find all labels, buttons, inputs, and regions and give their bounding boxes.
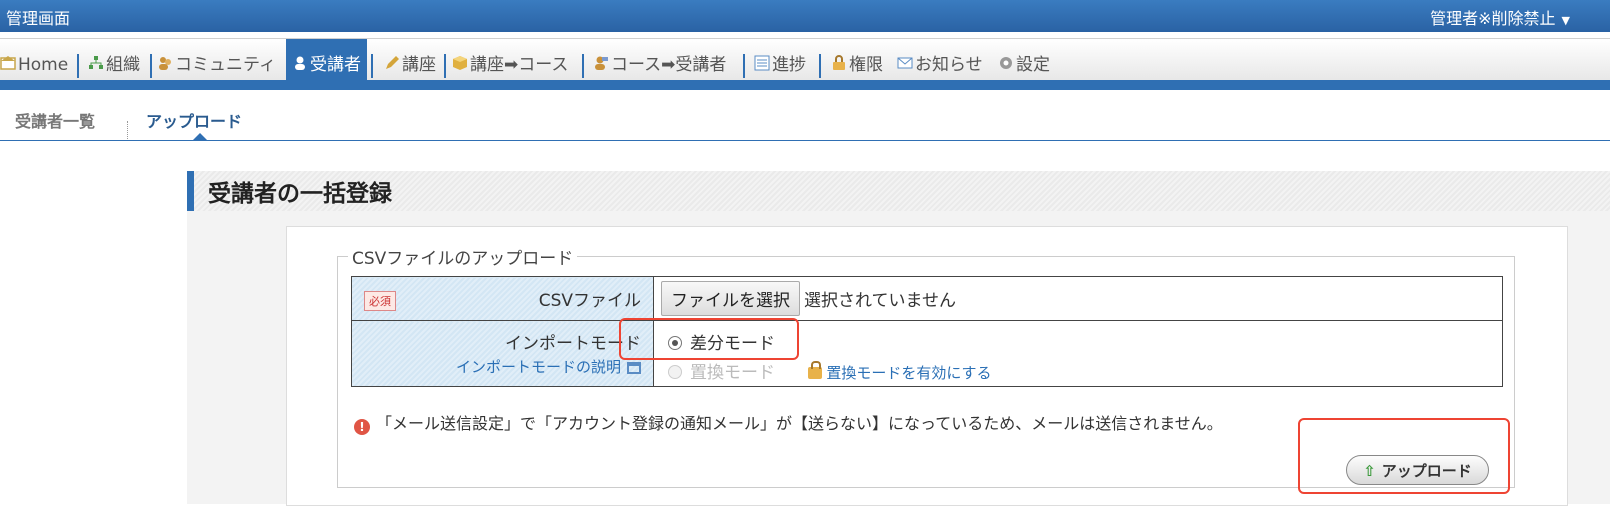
section-header: 受講者の一括登録 <box>187 171 1610 211</box>
community-icon <box>157 40 173 70</box>
nav-item-notices[interactable]: お知らせ <box>897 39 983 81</box>
top-bar: 管理画面 管理者※削除禁止 ▼ <box>0 0 1610 32</box>
app-title: 管理画面 <box>6 9 71 28</box>
pencil-icon <box>384 40 400 69</box>
active-tab-pointer <box>193 133 207 140</box>
nav-item-lecture-course[interactable]: 講座➡コース <box>452 39 568 81</box>
nav-separator <box>150 54 152 78</box>
required-badge: 必須 <box>364 291 396 311</box>
popup-window-icon <box>627 362 641 374</box>
nav-item-permissions[interactable]: 権限 <box>831 39 883 81</box>
tab-upload[interactable]: アップロード <box>146 108 242 132</box>
nav-item-home[interactable]: Home <box>0 39 68 81</box>
nav-separator <box>743 54 745 78</box>
fieldset-legend: CSVファイルのアップロード <box>352 249 574 269</box>
progress-icon <box>754 40 770 71</box>
nav-separator <box>371 54 373 78</box>
import-mode-label-cell: インポートモード インポートモードの説明 <box>351 320 654 387</box>
student-icon <box>292 40 308 70</box>
tab-separator <box>127 121 129 139</box>
nav-item-settings[interactable]: 設定 <box>998 39 1050 81</box>
radio-disabled-icon <box>668 365 682 379</box>
warning-icon: ! <box>354 419 370 435</box>
lock-icon <box>831 40 847 70</box>
csv-file-label-cell: 必須 CSVファイル <box>351 276 654 321</box>
arrow-right-icon: ➡ <box>661 55 676 75</box>
nav-item-organization[interactable]: 組織 <box>88 39 140 81</box>
main-nav: Home 組織 コミュニティ 受講者 講座 講座➡コース コース➡受講者 進捗 … <box>0 38 1610 81</box>
nav-item-course-students[interactable]: コース➡受講者 <box>593 39 726 81</box>
organization-icon <box>88 40 104 69</box>
nav-item-community[interactable]: コミュニティ <box>157 39 276 81</box>
choose-file-button[interactable]: ファイルを選択 <box>661 281 800 316</box>
mail-notice: ! 「メール送信設定」で「アカウント登録の通知メール」が【送らない】になっているた… <box>354 410 1223 435</box>
tab-student-list[interactable]: 受講者一覧 <box>15 108 95 132</box>
file-status: 選択されていません <box>804 291 956 311</box>
sub-tabs: 受講者一覧 アップロード <box>0 100 1610 141</box>
page-title: 受講者の一括登録 <box>208 181 392 207</box>
upload-form-table: 必須 CSVファイル ファイルを選択 選択されていません インポートモード インポ… <box>351 276 1503 387</box>
nav-separator <box>819 54 821 78</box>
nav-item-lectures[interactable]: 講座 <box>384 39 436 81</box>
import-mode-label: インポートモード <box>505 334 641 354</box>
upload-button[interactable]: ⇧ アップロード <box>1346 455 1489 485</box>
csv-file-label: CSVファイル <box>538 291 641 311</box>
nav-item-students[interactable]: 受講者 <box>286 39 367 81</box>
user-name: 管理者※削除禁止 <box>1430 9 1556 28</box>
import-mode-help-link[interactable]: インポートモードの説明 <box>456 358 621 376</box>
nav-strip <box>0 80 1610 90</box>
course-student-icon <box>593 40 609 70</box>
nav-item-progress[interactable]: 進捗 <box>754 39 806 81</box>
csv-file-value-cell: ファイルを選択 選択されていません <box>653 276 1503 321</box>
arrow-right-icon: ➡ <box>504 55 519 75</box>
highlight-diff-mode <box>619 318 799 360</box>
nav-separator <box>444 54 446 78</box>
radio-replace-mode[interactable]: 置換モード <box>668 363 775 383</box>
box-icon <box>452 40 468 70</box>
home-icon <box>0 40 16 70</box>
chevron-down-icon: ▼ <box>1561 14 1570 27</box>
user-menu[interactable]: 管理者※削除禁止 ▼ <box>1430 5 1570 29</box>
mail-icon <box>897 40 913 69</box>
nav-separator <box>582 54 584 78</box>
enable-replace-link[interactable]: 置換モードを有効にする <box>808 361 992 383</box>
gear-icon <box>998 40 1014 69</box>
nav-separator <box>77 54 79 78</box>
arrow-up-icon: ⇧ <box>1363 462 1376 480</box>
lock-icon <box>808 361 823 379</box>
